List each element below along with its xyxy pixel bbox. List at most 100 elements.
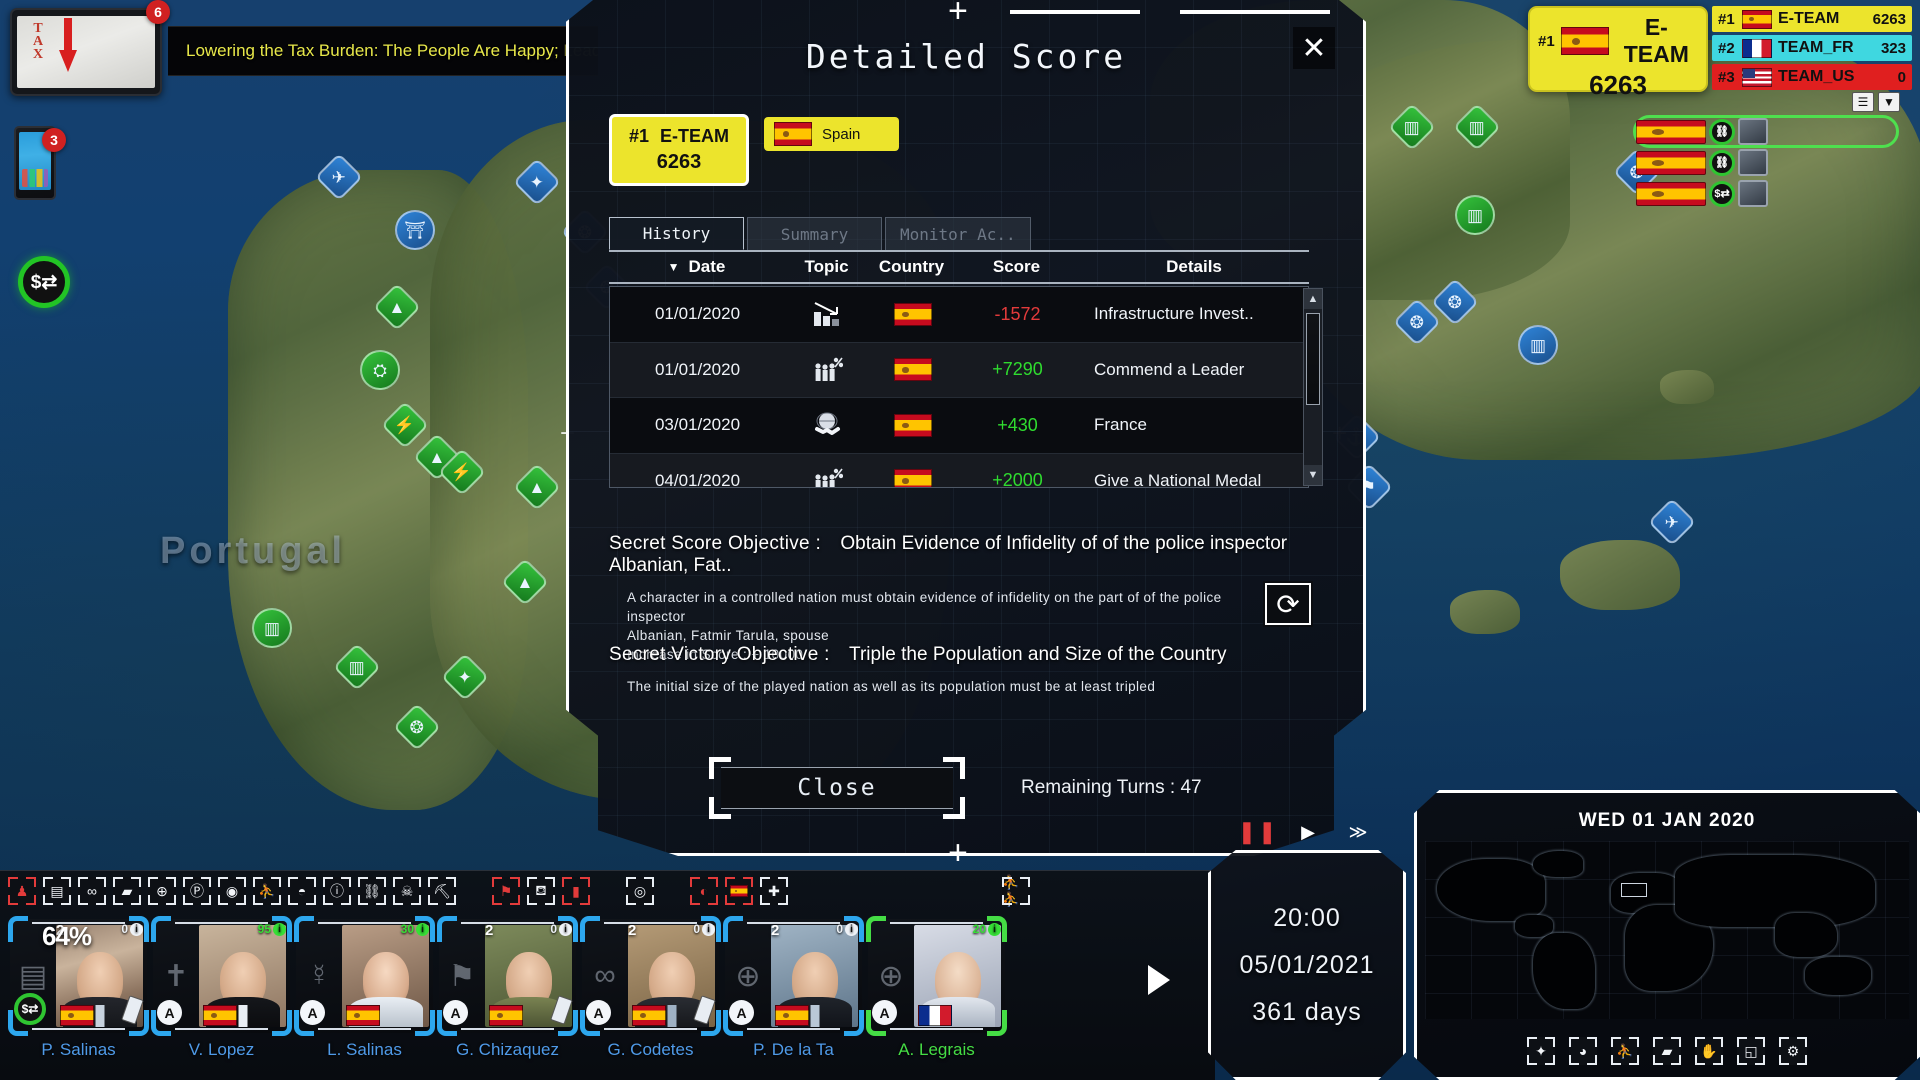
info-icon[interactable]: i <box>845 922 858 936</box>
world-icon[interactable]: ◐ <box>690 877 718 905</box>
election-icon[interactable]: ◱ <box>1737 1037 1765 1065</box>
camera-icon[interactable]: ◉ <box>218 877 246 905</box>
info-icon[interactable]: i <box>273 922 286 936</box>
plus-icon[interactable]: ✚ <box>760 877 788 905</box>
scroll-up-icon[interactable]: ▲ <box>1304 289 1322 309</box>
info-icon[interactable]: i <box>702 922 715 936</box>
money-exchange-icon[interactable]: $⇄ <box>14 993 46 1025</box>
history-table-scrollbar[interactable]: ▲ ▼ <box>1303 288 1323 486</box>
list-item[interactable]: ∞ 2 0 i A G. Codetes <box>580 916 721 1060</box>
action-badge[interactable]: A <box>872 1000 897 1025</box>
map-icon-factory-2[interactable]: ▥ <box>252 608 292 648</box>
spain-flag-icon[interactable] <box>725 877 753 905</box>
column-header-details[interactable]: Details <box>1079 257 1309 277</box>
list-item[interactable]: ⚑ 2 0 i A G. Chizaquez <box>437 916 578 1060</box>
portrait-frame[interactable]: ⊕ 20 i A <box>866 916 1007 1036</box>
population-icon[interactable]: ⛹ <box>253 877 281 905</box>
list-item[interactable]: ☿ 30 i A L. Salinas <box>294 916 435 1060</box>
list-item[interactable]: ⊕ 2 0 i A P. De la Ta <box>723 916 864 1060</box>
news-tv-panel[interactable]: TAX 6 <box>10 0 170 96</box>
portrait-frame[interactable]: ☿ 30 i A <box>294 916 435 1036</box>
tab-monitor-actions[interactable]: Monitor Ac.. <box>885 217 1031 250</box>
close-icon[interactable]: ✕ <box>1293 27 1335 69</box>
table-row[interactable]: 03/01/2020 +430 France <box>610 398 1308 454</box>
character-quick-item-1[interactable]: ⛓ <box>1633 115 1899 148</box>
action-badge[interactable]: A <box>157 1000 182 1025</box>
news-ticker[interactable]: Lowering the Tax Burden: The People Are … <box>168 26 598 76</box>
crosshair-icon[interactable]: ✦ <box>1527 1037 1555 1065</box>
money-exchange-icon[interactable]: $⇄ <box>18 256 70 308</box>
skull-icon[interactable]: ☠ <box>393 877 421 905</box>
info-icon[interactable]: i <box>130 922 143 936</box>
palette-icon[interactable]: ◕ <box>1569 1037 1597 1065</box>
globe-icon[interactable]: ⊕ <box>148 877 176 905</box>
parking-icon[interactable]: Ⓟ <box>183 877 211 905</box>
mask-icon[interactable]: ◓ <box>288 877 316 905</box>
info-icon[interactable]: i <box>988 922 1001 936</box>
red-bar-icon[interactable]: ▮ <box>562 877 590 905</box>
table-row[interactable]: 01/01/2020 +7290 Commend a Leader <box>610 342 1308 398</box>
diplomacy-icon[interactable]: ✋ <box>1695 1037 1723 1065</box>
prisoner-icon[interactable]: ⛏ <box>428 877 456 905</box>
spy-glasses-icon[interactable]: ∞ <box>78 877 106 905</box>
list-item[interactable]: ⊕ 20 i A A. Legrais <box>866 916 1007 1060</box>
pause-icon[interactable]: ❚❚ <box>1238 816 1278 848</box>
portrait-frame[interactable]: ▤ 2 0 i 64% $⇄ <box>8 916 149 1036</box>
info-icon[interactable]: i <box>416 922 429 936</box>
tab-summary[interactable]: Summary <box>747 217 882 250</box>
map-icon-factory-4[interactable]: ▥ <box>1455 195 1495 235</box>
featured-team-badge[interactable]: #1 E-TEAM 6263 <box>1528 6 1708 100</box>
handcuffs-icon[interactable]: ⛓ <box>358 877 386 905</box>
column-header-country[interactable]: Country <box>869 257 954 277</box>
military-icon[interactable]: ▰ <box>1653 1037 1681 1065</box>
list-item[interactable]: ✝ 95 i A V. Lopez <box>151 916 292 1060</box>
location-pin-icon[interactable]: ⚑ <box>492 877 520 905</box>
menu-list-icon[interactable]: ☰ <box>1852 92 1874 112</box>
column-header-score[interactable]: Score <box>954 257 1079 277</box>
dialog-country-chip[interactable]: Spain <box>764 117 899 151</box>
group-people-icon[interactable]: ⛹⛹ <box>1002 874 1030 907</box>
portrait-frame[interactable]: ∞ 2 0 i A <box>580 916 721 1036</box>
list-item[interactable]: ▤ 2 0 i 64% $⇄ P. Salinas <box>8 916 149 1060</box>
portrait-frame[interactable]: ⚑ 2 0 i A <box>437 916 578 1036</box>
character-quick-item-2[interactable]: ⛓ <box>1636 149 1896 176</box>
map-icon-factory-1[interactable]: ⛭ <box>360 350 400 390</box>
action-badge[interactable]: A <box>729 1000 754 1025</box>
map-icon-city-1[interactable]: ▥ <box>1518 325 1558 365</box>
tank-icon[interactable]: ▰ <box>113 877 141 905</box>
portrait-frame[interactable]: ⊕ 2 0 i A <box>723 916 864 1036</box>
minimap-viewport-box[interactable] <box>1621 883 1647 897</box>
scroll-down-icon[interactable]: ▼ <box>1304 465 1322 485</box>
tab-history[interactable]: History <box>609 217 744 250</box>
ranking-row-1[interactable]: #1 E-TEAM 6263 <box>1712 6 1912 32</box>
action-badge[interactable]: A <box>586 1000 611 1025</box>
refresh-icon[interactable]: ⟳ <box>1263 581 1313 627</box>
history-table-body[interactable]: 01/01/2020 -1572 Infrastructure Invest.. <box>609 286 1309 488</box>
document-icon[interactable]: ▤ <box>43 877 71 905</box>
column-header-topic[interactable]: Topic <box>784 257 869 277</box>
population-icon[interactable]: ⛹ <box>1611 1037 1639 1065</box>
world-minimap[interactable] <box>1425 841 1909 1019</box>
ranking-row-3[interactable]: #3 TEAM_US 0 <box>1712 64 1912 90</box>
settings-icon[interactable]: ⚙ <box>1779 1037 1807 1065</box>
fast-forward-icon[interactable]: ≫ <box>1338 816 1378 848</box>
scrollbar-thumb[interactable] <box>1306 313 1320 405</box>
alert-person-icon[interactable]: ♟ <box>8 877 36 905</box>
close-button[interactable]: Close <box>721 767 953 809</box>
add-person-icon[interactable]: ⛾ <box>527 877 555 905</box>
map-icon-monument[interactable]: ⛩ <box>395 210 435 250</box>
column-header-date[interactable]: ▼ Date <box>609 257 784 277</box>
chevron-down-icon[interactable]: ▼ <box>1878 92 1900 112</box>
portrait-frame[interactable]: ✝ 95 i A <box>151 916 292 1036</box>
target-icon[interactable]: ◎ <box>626 877 654 905</box>
next-arrow-icon[interactable] <box>1148 965 1170 995</box>
table-row[interactable]: 01/01/2020 -1572 Infrastructure Invest.. <box>610 287 1308 343</box>
play-icon[interactable]: ▶ <box>1288 816 1328 848</box>
info-icon[interactable]: i <box>559 922 572 936</box>
table-row[interactable]: 04/01/2020 +2000 Give a National Medal <box>610 453 1308 487</box>
action-badge[interactable]: A <box>443 1000 468 1025</box>
action-badge[interactable]: A <box>300 1000 325 1025</box>
ranking-row-2[interactable]: #2 TEAM_FR 323 <box>1712 35 1912 61</box>
info-icon[interactable]: ⓘ <box>323 877 351 905</box>
character-quick-item-3[interactable]: $⇄ <box>1636 180 1896 207</box>
